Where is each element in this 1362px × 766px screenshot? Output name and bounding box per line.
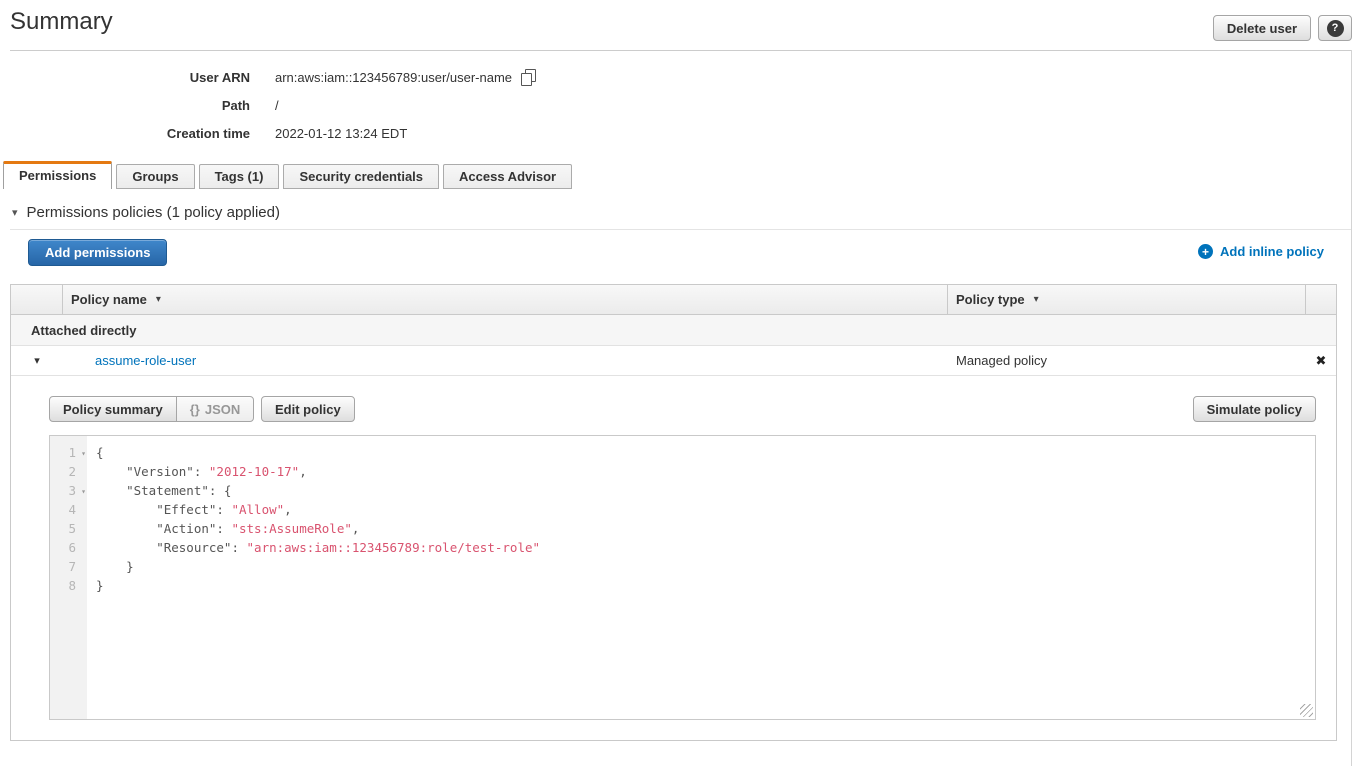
add-inline-policy-link[interactable]: + Add inline policy (1198, 244, 1324, 259)
editor-resize-handle[interactable] (1300, 704, 1313, 717)
tab-groups[interactable]: Groups (116, 164, 194, 189)
code-plain-token: } (96, 578, 104, 593)
tab-security-credentials[interactable]: Security credentials (283, 164, 439, 189)
code-line: "Action": "sts:AssumeRole", (96, 519, 1315, 538)
heading-divider (10, 229, 1352, 230)
gutter-line-number: 4 (50, 500, 87, 519)
remove-policy-x-icon[interactable]: ✖ (1316, 353, 1327, 368)
sort-caret-icon[interactable]: ▾ (156, 294, 161, 305)
code-line: } (96, 557, 1315, 576)
policy-name-column-header[interactable]: Policy name ▾ (63, 285, 948, 314)
editor-gutter: 1▾23▾45678 (50, 436, 87, 719)
header-divider (10, 50, 1352, 51)
gutter-line-number: 2 (50, 462, 87, 481)
policy-type-header-label: Policy type (956, 292, 1025, 307)
creation-time-label: Creation time (10, 126, 250, 141)
policy-name-header-label: Policy name (71, 292, 147, 307)
policy-summary-button[interactable]: Policy summary (49, 396, 177, 422)
gutter-line-number: 1▾ (50, 443, 87, 462)
sort-caret-icon[interactable]: ▾ (1034, 294, 1039, 305)
code-string-token: "Allow" (231, 502, 284, 517)
tab-bar: Permissions Groups Tags (1) Security cre… (3, 161, 576, 189)
code-plain-token: "Effect": (96, 502, 231, 517)
code-plain-token: , (352, 521, 360, 536)
fold-caret-icon[interactable]: ▾ (81, 482, 86, 501)
help-icon: ? (1327, 20, 1344, 37)
tab-permissions[interactable]: Permissions (3, 161, 112, 189)
json-policy-editor[interactable]: 1▾23▾45678 { "Version": "2012-10-17", "S… (49, 435, 1316, 720)
plus-circle-icon: + (1198, 244, 1213, 259)
editor-code[interactable]: { "Version": "2012-10-17", "Statement": … (87, 436, 1315, 719)
simulate-policy-button[interactable]: Simulate policy (1193, 396, 1316, 422)
policy-name-link[interactable]: assume-role-user (95, 353, 196, 368)
policy-table-header: Policy name ▾ Policy type ▾ (11, 285, 1336, 315)
code-line: } (96, 576, 1315, 595)
code-line: "Version": "2012-10-17", (96, 462, 1315, 481)
code-plain-token: "Resource": (96, 540, 247, 555)
code-line: "Resource": "arn:aws:iam::123456789:role… (96, 538, 1315, 557)
code-string-token: "sts:AssumeRole" (231, 521, 351, 536)
code-plain-token: "Statement": { (96, 483, 231, 498)
info-row-user-arn: User ARN arn:aws:iam::123456789:user/use… (10, 63, 536, 91)
json-button[interactable]: {} JSON (176, 396, 255, 422)
gutter-line-number: 7 (50, 557, 87, 576)
policy-table: Policy name ▾ Policy type ▾ Attached dir… (10, 284, 1337, 741)
attached-directly-label: Attached directly (31, 323, 136, 338)
gutter-line-number: 8 (50, 576, 87, 595)
view-toggle-group: Policy summary {} JSON (49, 396, 254, 422)
code-plain-token: "Action": (96, 521, 231, 536)
tab-access-advisor[interactable]: Access Advisor (443, 164, 572, 189)
code-plain-token: { (96, 445, 104, 460)
attached-directly-group-row: Attached directly (11, 315, 1336, 346)
edit-policy-button[interactable]: Edit policy (261, 396, 355, 422)
header-actions: Delete user ? (1213, 15, 1352, 41)
policy-type-cell: Managed policy (948, 353, 1306, 368)
code-plain-token: , (299, 464, 307, 479)
info-row-creation-time: Creation time 2022-01-12 13:24 EDT (10, 119, 536, 147)
gutter-line-number: 6 (50, 538, 87, 557)
gutter-line-number: 5 (50, 519, 87, 538)
page-title: Summary (10, 8, 113, 36)
code-plain-token: , (284, 502, 292, 517)
path-label: Path (10, 98, 250, 113)
policy-detail-panel: Policy summary {} JSON Edit policy Simul… (11, 376, 1336, 740)
code-string-token: "arn:aws:iam::123456789:role/test-role" (247, 540, 541, 555)
code-string-token: "2012-10-17" (209, 464, 299, 479)
code-line: "Effect": "Allow", (96, 500, 1315, 519)
policy-detail-toolbar: Policy summary {} JSON Edit policy Simul… (49, 396, 1316, 422)
help-button[interactable]: ? (1318, 15, 1352, 41)
user-info-section: User ARN arn:aws:iam::123456789:user/use… (10, 63, 536, 147)
add-permissions-button[interactable]: Add permissions (28, 239, 167, 266)
collapse-caret-icon[interactable]: ▾ (12, 206, 18, 219)
info-row-path: Path / (10, 91, 536, 119)
gutter-line-number: 3▾ (50, 481, 87, 500)
path-value: / (275, 98, 279, 113)
code-line: { (96, 443, 1315, 462)
tab-tags[interactable]: Tags (1) (199, 164, 280, 189)
user-arn-label: User ARN (10, 70, 250, 85)
policy-name-cell: assume-role-user (63, 353, 948, 368)
braces-icon: {} (190, 402, 200, 417)
add-inline-policy-label: Add inline policy (1220, 244, 1324, 259)
json-button-label: JSON (205, 402, 240, 417)
delete-user-button[interactable]: Delete user (1213, 15, 1311, 41)
permissions-policies-title: Permissions policies (1 policy applied) (27, 204, 280, 221)
table-row: ▾ assume-role-user Managed policy ✖ (11, 346, 1336, 376)
content-right-border (1351, 50, 1352, 766)
fold-caret-icon[interactable]: ▾ (81, 444, 86, 463)
creation-time-value: 2022-01-12 13:24 EDT (275, 126, 407, 141)
code-plain-token: } (96, 559, 134, 574)
expand-column-header (11, 285, 63, 314)
user-arn-value: arn:aws:iam::123456789:user/user-name (275, 70, 512, 85)
row-expand-caret-icon[interactable]: ▾ (11, 354, 63, 367)
policy-type-column-header[interactable]: Policy type ▾ (948, 285, 1306, 314)
permissions-policies-heading: ▾ Permissions policies (1 policy applied… (12, 204, 280, 221)
action-column-header (1306, 285, 1336, 314)
code-plain-token: "Version": (96, 464, 209, 479)
code-line: "Statement": { (96, 481, 1315, 500)
copy-icon[interactable] (521, 69, 536, 85)
policy-action-cell: ✖ (1306, 353, 1336, 369)
